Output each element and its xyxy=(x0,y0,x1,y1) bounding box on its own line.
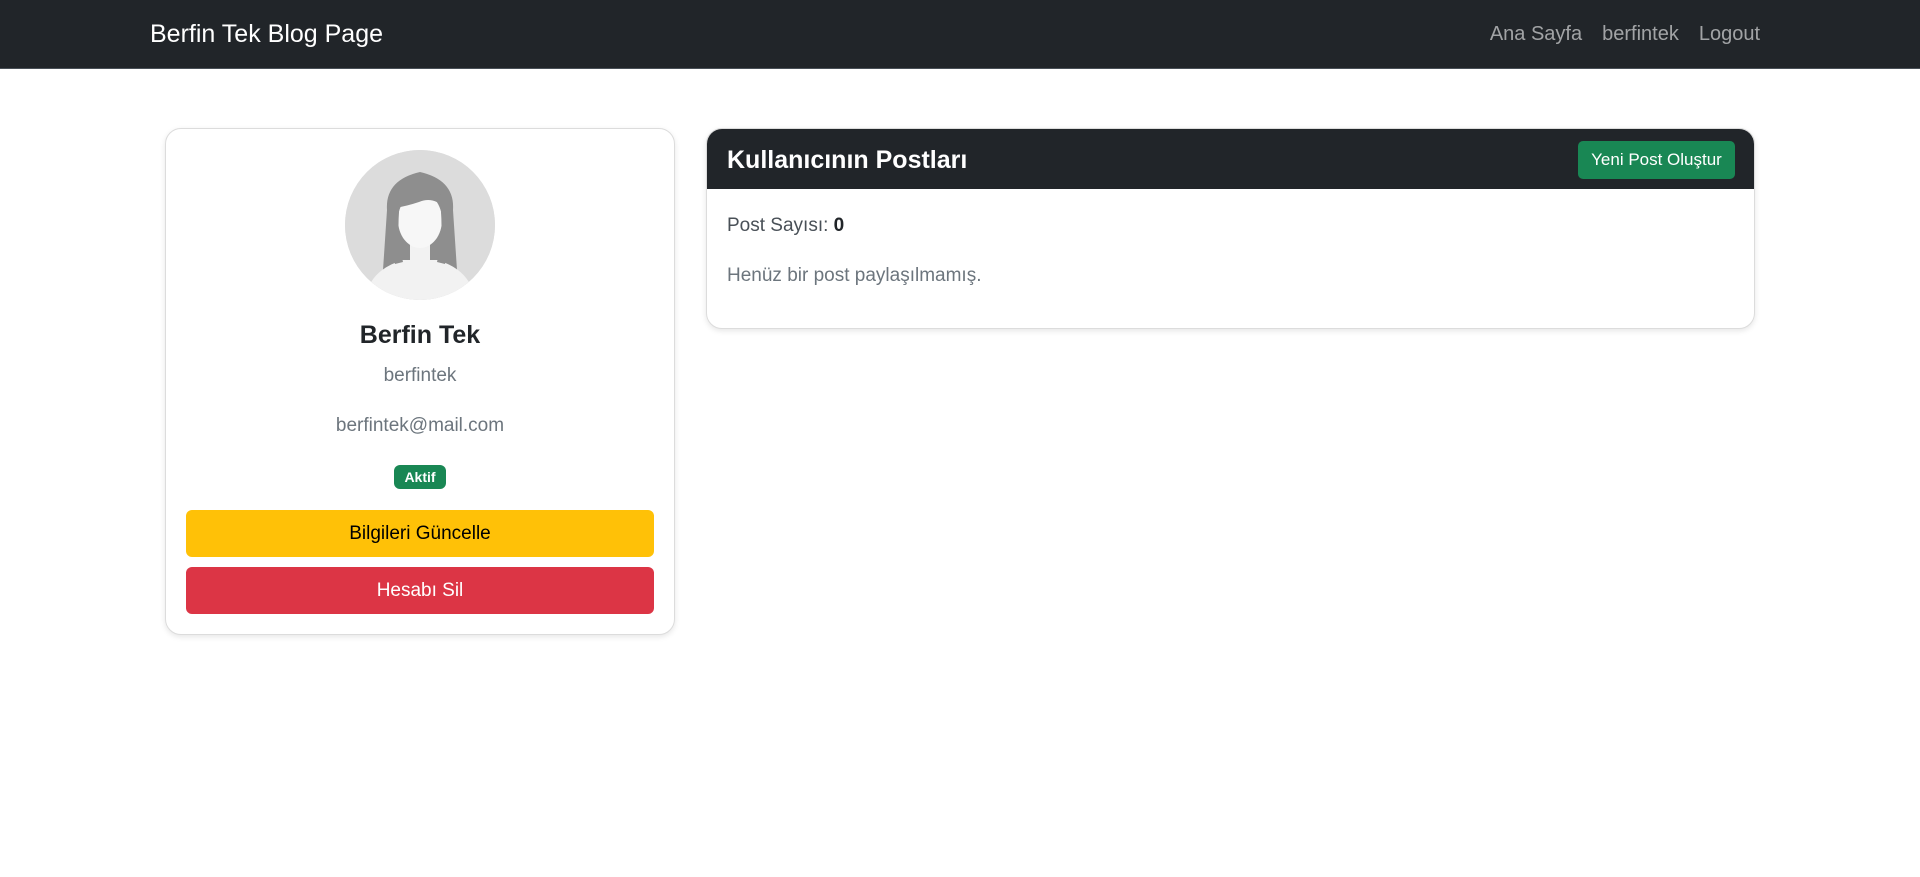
nav-link-ana-sayfa[interactable]: Ana Sayfa xyxy=(1490,21,1582,47)
profile-name: Berfin Tek xyxy=(359,321,481,349)
new-post-button[interactable]: Yeni Post Oluştur xyxy=(1578,141,1735,179)
posts-card: Kullanıcının Postları Yeni Post Oluştur … xyxy=(706,128,1755,329)
delete-account-button[interactable]: Hesabı Sil xyxy=(186,567,654,614)
nav-link-profile[interactable]: berfintek xyxy=(1602,21,1679,47)
nav-link-logout[interactable]: Logout xyxy=(1699,21,1760,47)
empty-posts-message: Henüz bir post paylaşılmamış. xyxy=(727,265,982,286)
profile-username: berfintek xyxy=(383,365,457,386)
post-count-label: Post Sayısı: xyxy=(727,215,829,236)
status-badge: Aktif xyxy=(394,465,446,489)
posts-card-header: Kullanıcının Postları Yeni Post Oluştur xyxy=(707,129,1754,189)
posts-title: Kullanıcının Postları xyxy=(727,146,968,174)
top-navbar: Berfin Tek Blog Page Ana Sayfa berfintek… xyxy=(0,0,1920,69)
status-badge-row: Aktif xyxy=(166,465,674,489)
profile-email: berfintek@mail.com xyxy=(335,415,505,436)
post-count: Post Sayısı: 0 xyxy=(727,215,844,237)
post-count-value: 0 xyxy=(833,215,845,236)
profile-card: Berfin Tek berfintek berfintek@mail.com … xyxy=(165,128,675,635)
navbar-brand[interactable]: Berfin Tek Blog Page xyxy=(150,19,383,49)
nav-links: Ana Sayfa berfintek Logout xyxy=(1490,21,1760,47)
user-avatar-icon xyxy=(345,150,495,300)
update-info-button[interactable]: Bilgileri Güncelle xyxy=(186,510,654,557)
